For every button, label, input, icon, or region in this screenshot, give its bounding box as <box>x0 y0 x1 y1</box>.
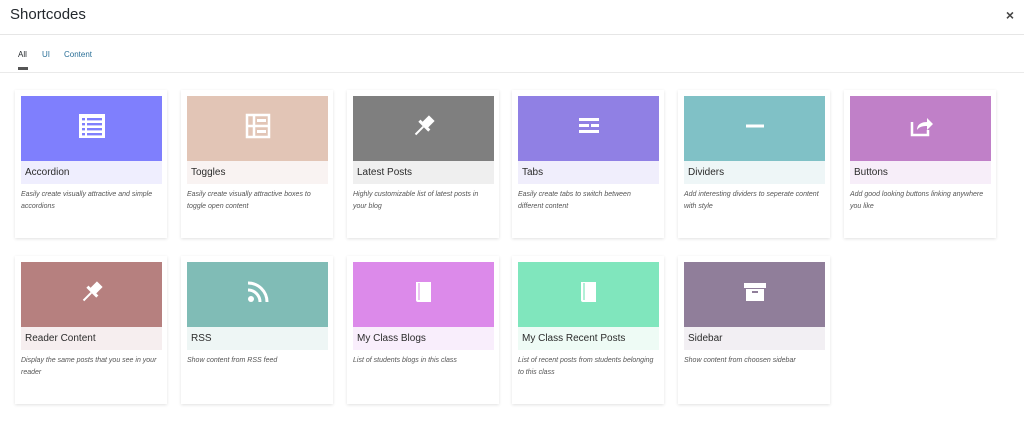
card-title: Accordion <box>21 161 162 184</box>
card-thumb <box>684 262 825 327</box>
card-title: Reader Content <box>21 327 162 350</box>
card-my-class-recent-posts[interactable]: My Class Recent Posts List of recent pos… <box>512 256 664 404</box>
card-thumb <box>187 96 328 161</box>
card-tabs[interactable]: Tabs Easily create tabs to switch betwee… <box>512 90 664 238</box>
card-title: Buttons <box>850 161 991 184</box>
card-title: My Class Recent Posts <box>518 327 659 350</box>
tabs-icon <box>575 112 603 145</box>
card-latest-posts[interactable]: Latest Posts Highly customizable list of… <box>347 90 499 238</box>
card-description: Easily create visually attractive and si… <box>21 191 153 210</box>
card-title: RSS <box>187 327 328 350</box>
toggle-icon <box>244 112 272 145</box>
card-description: Add good looking buttons linking anywher… <box>850 191 984 210</box>
card-title: Sidebar <box>684 327 825 350</box>
card-title: Dividers <box>684 161 825 184</box>
card-reader-content[interactable]: Reader Content Display the same posts th… <box>15 256 167 404</box>
pin-icon <box>78 278 106 311</box>
card-thumb <box>21 96 162 161</box>
card-description: Show content from RSS feed <box>187 357 278 364</box>
card-description: Highly customizable list of latest posts… <box>353 191 479 210</box>
card-description: List of students blogs in this class <box>353 357 457 364</box>
book-icon <box>575 278 603 311</box>
card-rss[interactable]: RSS Show content from RSS feed <box>181 256 333 404</box>
card-description: Add interesting dividers to seperate con… <box>684 191 819 210</box>
card-title: Toggles <box>187 161 328 184</box>
card-title: Latest Posts <box>353 161 494 184</box>
card-my-class-blogs[interactable]: My Class Blogs List of students blogs in… <box>347 256 499 404</box>
archive-icon <box>741 278 769 311</box>
card-title: My Class Blogs <box>353 327 494 350</box>
card-description: Easily create visually attractive boxes … <box>187 191 311 210</box>
pin-icon <box>410 112 438 145</box>
card-accordion[interactable]: Accordion Easily create visually attract… <box>15 90 167 238</box>
rss-icon <box>244 278 272 311</box>
card-sidebar[interactable]: Sidebar Show content from choosen sideba… <box>678 256 830 404</box>
card-thumb <box>21 262 162 327</box>
share-icon <box>907 112 935 145</box>
card-description: Show content from choosen sidebar <box>684 357 796 364</box>
card-toggles[interactable]: Toggles Easily create visually attractiv… <box>181 90 333 238</box>
card-dividers[interactable]: Dividers Add interesting dividers to sep… <box>678 90 830 238</box>
card-thumb <box>850 96 991 161</box>
book-icon <box>410 278 438 311</box>
card-description: Display the same posts that you see in y… <box>21 357 157 376</box>
card-thumb <box>187 262 328 327</box>
card-thumb <box>353 96 494 161</box>
card-thumb <box>518 262 659 327</box>
card-thumb <box>353 262 494 327</box>
shortcode-grid: Accordion Easily create visually attract… <box>0 0 1024 439</box>
card-thumb <box>518 96 659 161</box>
card-description: Easily create tabs to switch between dif… <box>518 191 631 210</box>
card-description: List of recent posts from students belon… <box>518 357 654 376</box>
divider-icon <box>741 112 769 145</box>
card-thumb <box>684 96 825 161</box>
card-buttons[interactable]: Buttons Add good looking buttons linking… <box>844 90 996 238</box>
list-icon <box>78 112 106 145</box>
card-title: Tabs <box>518 161 659 184</box>
